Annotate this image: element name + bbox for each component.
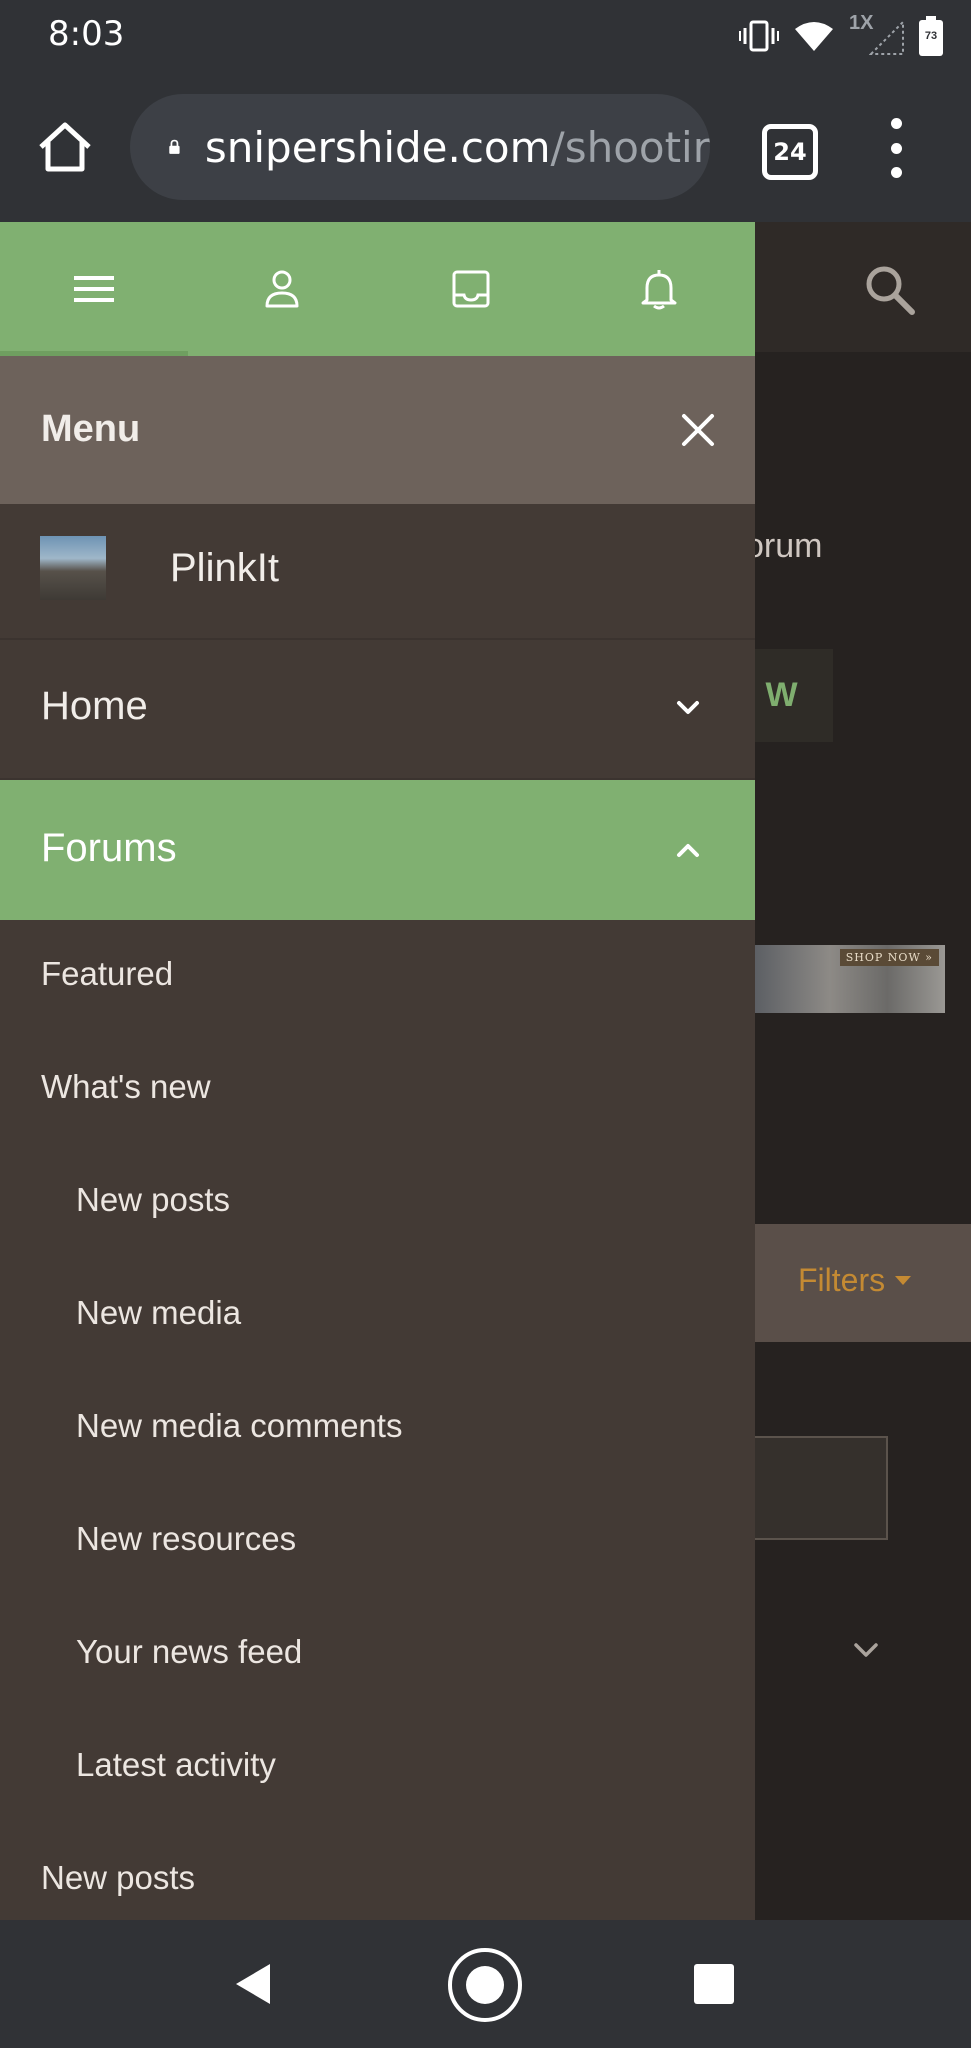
close-icon[interactable] xyxy=(672,404,724,456)
url-host: snipershide.com xyxy=(204,122,551,172)
nav-forums-label: Forums xyxy=(41,826,177,870)
recents-icon[interactable] xyxy=(692,1962,736,2006)
ad-shop-now: SHOP NOW » xyxy=(839,949,939,966)
url-text: snipershide.com/shootir xyxy=(205,123,710,172)
home-button[interactable] xyxy=(30,112,100,182)
search-icon[interactable] xyxy=(862,262,916,316)
nav-new-posts[interactable]: New posts xyxy=(41,1859,195,1897)
ad-banner[interactable]: SHOP NOW » xyxy=(753,945,945,1013)
background-forum-text: orum xyxy=(745,527,823,565)
bell-icon xyxy=(641,270,677,310)
nav-drawer: Menu PlinkIt Home Forums Featured What's… xyxy=(0,222,755,1920)
nav-your-news-feed[interactable]: Your news feed xyxy=(76,1633,302,1671)
filters-button[interactable]: Filters xyxy=(798,1262,912,1299)
back-icon[interactable] xyxy=(230,1960,274,2008)
url-field[interactable]: snipershide.com/shootir xyxy=(130,94,710,200)
drawer-tabs xyxy=(0,222,755,356)
background-input[interactable] xyxy=(745,1436,888,1540)
nav-home-label: Home xyxy=(41,684,148,728)
background-button-label: W xyxy=(765,676,798,714)
nav-new-media-comments[interactable]: New media comments xyxy=(76,1407,402,1445)
tab-count: 24 xyxy=(773,138,807,166)
site-link[interactable]: PlinkIt xyxy=(0,504,755,640)
filters-label: Filters xyxy=(798,1262,886,1298)
lock-icon xyxy=(169,139,180,154)
wifi-icon xyxy=(795,22,833,51)
nav-new-resources[interactable]: New resources xyxy=(76,1520,296,1558)
vibrate-icon xyxy=(739,20,779,52)
status-icons: 1X 73 xyxy=(739,12,943,58)
tab-alerts[interactable] xyxy=(565,222,753,356)
site-name: PlinkIt xyxy=(170,546,279,590)
inbox-icon xyxy=(452,270,490,308)
battery-icon: 73 xyxy=(919,16,943,56)
chevron-down-icon[interactable] xyxy=(848,1632,884,1668)
url-path: /shootir xyxy=(550,122,710,172)
nav-latest-activity[interactable]: Latest activity xyxy=(76,1746,276,1784)
site-thumbnail xyxy=(40,536,106,600)
status-time: 8:03 xyxy=(48,14,125,54)
cell-signal: 1X xyxy=(849,12,905,56)
browser-toolbar: snipershide.com/shootir 24 xyxy=(0,72,971,222)
nav-home[interactable]: Home xyxy=(0,638,755,780)
home-icon xyxy=(39,122,91,172)
tab-switcher-button[interactable]: 24 xyxy=(762,124,818,180)
status-bar: 8:03 1X 73 xyxy=(0,0,971,72)
nav-forums[interactable]: Forums xyxy=(0,780,755,920)
signal-icon xyxy=(869,20,904,55)
android-nav-bar xyxy=(0,1920,971,2048)
menu-icon xyxy=(74,276,114,302)
caret-down-icon xyxy=(895,1276,912,1285)
more-options-icon[interactable] xyxy=(876,118,916,178)
home-nav-icon[interactable] xyxy=(446,1946,524,2024)
nav-new-posts-sub[interactable]: New posts xyxy=(76,1181,230,1219)
nav-new-media[interactable]: New media xyxy=(76,1294,241,1332)
battery-level: 73 xyxy=(924,30,938,42)
tab-account[interactable] xyxy=(188,222,376,356)
menu-header: Menu xyxy=(0,356,755,504)
menu-title: Menu xyxy=(41,408,141,450)
user-icon xyxy=(265,270,299,308)
nav-featured[interactable]: Featured xyxy=(41,955,173,993)
tab-menu[interactable] xyxy=(0,222,188,356)
nav-whats-new[interactable]: What's new xyxy=(41,1068,211,1106)
chevron-down-icon[interactable] xyxy=(666,686,710,730)
tab-inbox[interactable] xyxy=(377,222,565,356)
chevron-up-icon[interactable] xyxy=(666,828,710,872)
